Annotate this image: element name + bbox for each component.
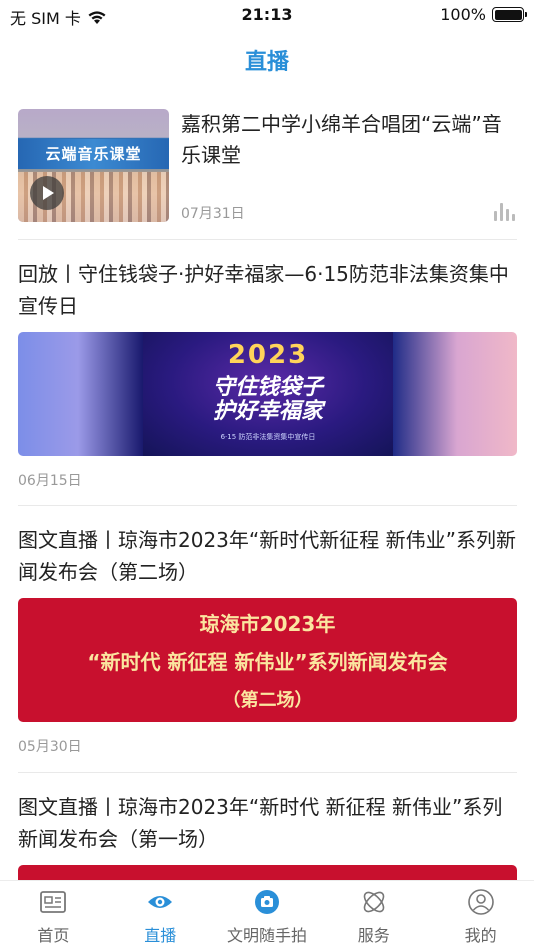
cover-slogan-text: 守住钱袋子 护好幸福家 [212,375,323,424]
feed-item-cover-image[interactable] [18,865,517,880]
feed-item-date: 06月15日 [18,473,82,489]
audio-wave-icon [494,203,516,221]
camera-icon [254,890,279,914]
tab-label: 首页 [37,926,70,945]
live-feed-list[interactable]: 云端音乐课堂 嘉积第二中学小绵羊合唱团“云端”音乐课堂 07月31日 回放丨守住… [0,95,534,880]
status-bar: 无 SIM 卡 21:13 100% [0,0,534,30]
feed-item-cover-image[interactable]: 2023 守住钱袋子 护好幸福家 6·15 防范非法集资集中宣传日 [18,332,517,456]
cover-line-1: 琼海市2023年 [199,612,336,636]
battery-indicator: 100% [440,5,527,24]
battery-percent: 100% [440,5,486,24]
tab-label: 文明随手拍 [226,926,307,945]
feed-item-title[interactable]: 嘉积第二中学小绵羊合唱团“云端”音乐课堂 [181,109,521,171]
cover-year-text: 2023 [227,340,309,370]
feed-item-title[interactable]: 回放丨守住钱袋子·护好幸福家—6·15防范非法集资集中宣传日 [18,258,518,322]
feed-item[interactable]: 云端音乐课堂 嘉积第二中学小绵羊合唱团“云端”音乐课堂 07月31日 [0,95,534,240]
tab-label: 直播 [144,926,177,945]
feed-item-date: 05月30日 [18,739,82,755]
feed-item[interactable]: 图文直播丨琼海市2023年“新时代 新征程 新伟业”系列新闻发布会（第一场） [0,773,534,880]
feed-item[interactable]: 回放丨守住钱袋子·护好幸福家—6·15防范非法集资集中宣传日 2023 守住钱袋… [0,240,534,505]
tab-services[interactable]: 服务 [320,881,427,950]
orbit-icon [363,891,385,913]
cover-line-2: “新时代 新征程 新伟业”系列新闻发布会 [87,650,448,674]
eye-icon [148,896,173,908]
feed-item-title[interactable]: 图文直播丨琼海市2023年“新时代新征程 新伟业”系列新闻发布会（第二场） [18,524,518,588]
battery-icon [492,7,527,22]
bottom-tab-bar: 首页 直播 文明随手拍 服务 我的 [0,880,534,950]
feed-item-cover-image[interactable]: 琼海市2023年 “新时代 新征程 新伟业”系列新闻发布会 （第二场） [18,598,517,722]
tab-label: 我的 [464,926,497,945]
play-icon[interactable] [30,176,64,210]
feed-item[interactable]: 图文直播丨琼海市2023年“新时代新征程 新伟业”系列新闻发布会（第二场） 琼海… [0,506,534,771]
tab-label: 服务 [357,926,390,945]
tab-live[interactable]: 直播 [107,881,214,950]
newspaper-icon [40,891,67,913]
page-title: 直播 [244,50,289,75]
cover-subtitle-text: 6·15 防范非法集资集中宣传日 [220,433,316,441]
tab-home[interactable]: 首页 [0,881,107,950]
video-thumbnail[interactable]: 云端音乐课堂 [18,109,169,222]
feed-item-title[interactable]: 图文直播丨琼海市2023年“新时代 新征程 新伟业”系列新闻发布会（第一场） [18,791,518,855]
cover-line-3: （第二场） [222,690,313,711]
tab-civility-snapshot[interactable]: 文明随手拍 [214,881,321,950]
feed-item-date: 07月31日 [181,206,245,222]
thumbnail-banner-text: 云端音乐课堂 [18,139,169,169]
tab-profile[interactable]: 我的 [427,881,534,950]
user-icon [467,889,494,915]
